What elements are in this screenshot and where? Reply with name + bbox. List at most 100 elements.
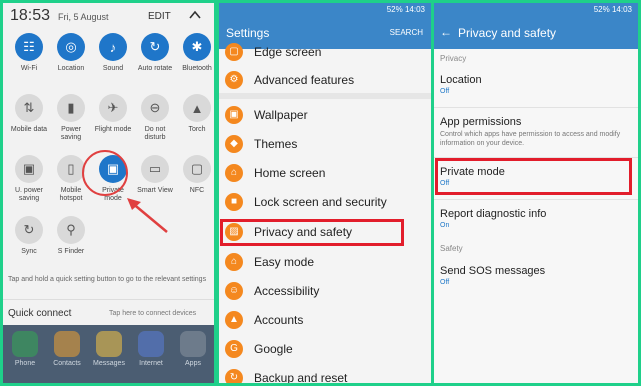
- privacy-app-bar: 52% 14:03 ← Privacy and safety: [434, 3, 638, 49]
- composite-frame: 18:53 Fri, 5 August EDIT ☷ Wi-Fi ◎ Location…: [0, 0, 641, 386]
- messages-icon: [96, 331, 122, 357]
- wifi-icon: ☷: [15, 33, 43, 61]
- settings-item-easy-mode[interactable]: ⌂ Easy mode: [219, 248, 431, 277]
- quick-tile-s-finder[interactable]: ⚲ S Finder: [51, 216, 91, 256]
- settings-item-accounts[interactable]: ▲ Accounts: [219, 306, 431, 335]
- quick-settings-panel: 18:53 Fri, 5 August EDIT ☷ Wi-Fi ◎ Location…: [3, 3, 214, 383]
- sos-setting[interactable]: Send SOS messages Off: [440, 265, 634, 286]
- accessibility-icon: ☺: [225, 282, 243, 300]
- dock-app-label: Apps: [185, 360, 201, 367]
- dock-app-internet[interactable]: Internet: [133, 331, 169, 367]
- quick-settings-header: 18:53 Fri, 5 August EDIT: [3, 3, 214, 29]
- report-diagnostic-title: Report diagnostic info: [440, 208, 547, 220]
- quick-tile-sound[interactable]: ♪ Sound: [93, 33, 133, 73]
- lock-icon: ■: [225, 193, 243, 211]
- quick-tile-auto-rotate[interactable]: ↻ Auto rotate: [135, 33, 175, 73]
- app-permissions-setting[interactable]: App permissions Control which apps have …: [440, 116, 634, 148]
- quick-tile-label: Sound: [102, 65, 124, 72]
- section-header-safety: Safety: [440, 244, 463, 253]
- mobile-hotspot-icon: ▯: [57, 155, 85, 183]
- divider: [434, 199, 638, 200]
- settings-item-accessibility[interactable]: ☺ Accessibility: [219, 277, 431, 306]
- dock-app-phone[interactable]: Phone: [7, 331, 43, 367]
- quick-tile-label: Power saving: [60, 126, 82, 141]
- quick-connect-bar[interactable]: Quick connect Tap here to connect device…: [3, 299, 214, 325]
- settings-item-label: Accounts: [254, 313, 304, 327]
- settings-item-advanced-features[interactable]: ⚙ Advanced features: [219, 66, 431, 95]
- quick-tile-flight-mode[interactable]: ✈ Flight mode: [93, 94, 133, 134]
- quick-tile-do-not-disturb[interactable]: ⊖ Do not disturb: [135, 94, 175, 142]
- search-button[interactable]: SEARCH: [390, 28, 423, 37]
- nfc-icon: ▢: [183, 155, 211, 183]
- divider: [434, 107, 638, 108]
- torch-icon: ▲: [183, 94, 211, 122]
- bluetooth-icon: ✱: [183, 33, 211, 61]
- chevron-up-icon[interactable]: [187, 7, 203, 23]
- status-bar: 52% 14:03: [593, 5, 632, 14]
- location-setting[interactable]: Location Off: [440, 74, 634, 95]
- settings-item-lock-screen-and-security[interactable]: ■ Lock screen and security: [219, 188, 431, 217]
- quick-tile-bluetooth[interactable]: ✱ Bluetooth: [177, 33, 214, 73]
- sound-icon: ♪: [99, 33, 127, 61]
- app-dock: Phone Contacts Messages Internet Apps: [3, 325, 214, 383]
- quick-connect-hint: Tap here to connect devices: [109, 310, 197, 317]
- quick-tile-label: Do not disturb: [144, 126, 166, 141]
- clock: 18:53: [10, 7, 51, 24]
- settings-item-backup-and-reset[interactable]: ↻ Backup and reset: [219, 364, 431, 383]
- dock-app-contacts[interactable]: Contacts: [49, 331, 85, 367]
- dock-app-label: Messages: [93, 360, 125, 367]
- settings-item-wallpaper[interactable]: ▣ Wallpaper: [219, 101, 431, 130]
- quick-tile-label: U. power saving: [14, 187, 43, 202]
- phone-icon: [12, 331, 38, 357]
- quick-tile-label: NFC: [189, 187, 205, 194]
- quick-tile-nfc[interactable]: ▢ NFC: [177, 155, 214, 195]
- contacts-icon: [54, 331, 80, 357]
- settings-item-label: Google: [254, 342, 293, 356]
- edit-button[interactable]: EDIT: [148, 11, 171, 22]
- sos-status: Off: [440, 279, 450, 286]
- quick-tile-power-saving[interactable]: ▮ Power saving: [51, 94, 91, 142]
- location-status: Off: [440, 88, 450, 95]
- sync-icon: ↻: [15, 216, 43, 244]
- settings-item-google[interactable]: G Google: [219, 335, 431, 364]
- dock-app-apps[interactable]: Apps: [175, 331, 211, 367]
- settings-item-label: Advanced features: [254, 73, 355, 87]
- quick-tile-u-power-saving[interactable]: ▣ U. power saving: [9, 155, 49, 203]
- quick-tile-mobile-data[interactable]: ⇅ Mobile data: [9, 94, 49, 134]
- quick-tile-smart-view[interactable]: ▭ Smart View: [135, 155, 175, 195]
- quick-tile-wi-fi[interactable]: ☷ Wi-Fi: [9, 33, 49, 73]
- quick-tile-label: Wi-Fi: [20, 65, 38, 72]
- auto-rotate-icon: ↻: [141, 33, 169, 61]
- edge-screen-icon: ▢: [225, 43, 243, 61]
- section-divider: [219, 93, 431, 99]
- themes-icon: ◆: [225, 135, 243, 153]
- settings-item-home-screen[interactable]: ⌂ Home screen: [219, 159, 431, 188]
- advanced-features-icon: ⚙: [225, 71, 243, 89]
- search-icon: ⚲: [57, 216, 85, 244]
- flight-mode-icon: ✈: [99, 94, 127, 122]
- settings-item-label: Lock screen and security: [254, 195, 387, 209]
- quick-tile-label: Sync: [21, 248, 37, 255]
- wallpaper-icon: ▣: [225, 106, 243, 124]
- settings-item-label: Wallpaper: [254, 108, 308, 122]
- settings-panel: 52% 14:03 Settings SEARCH ▢ Edge screen ⚙ A…: [219, 3, 431, 383]
- status-bar: 52% 14:03: [386, 5, 425, 14]
- back-arrow-icon[interactable]: ←: [440, 25, 452, 39]
- settings-item-label: Easy mode: [254, 255, 315, 269]
- report-diagnostic-status: On: [440, 222, 450, 229]
- page-title: Privacy and safety: [458, 26, 557, 40]
- quick-tile-label: Torch: [188, 126, 206, 133]
- arrow-annotation-icon: [127, 198, 168, 233]
- privacy-panel: 52% 14:03 ← Privacy and safety Privacy L…: [434, 3, 638, 383]
- sos-title: Send SOS messages: [440, 265, 546, 277]
- report-diagnostic-setting[interactable]: Report diagnostic info On: [440, 208, 634, 229]
- location-icon: ◎: [57, 33, 85, 61]
- quick-tile-sync[interactable]: ↻ Sync: [9, 216, 49, 256]
- quick-tile-location[interactable]: ◎ Location: [51, 33, 91, 73]
- highlight-circle: [82, 150, 128, 196]
- dock-app-messages[interactable]: Messages: [91, 331, 127, 367]
- apps-icon: [180, 331, 206, 357]
- quick-tile-torch[interactable]: ▲ Torch: [177, 94, 214, 134]
- settings-item-edge-screen[interactable]: ▢ Edge screen: [219, 38, 431, 67]
- settings-item-themes[interactable]: ◆ Themes: [219, 130, 431, 159]
